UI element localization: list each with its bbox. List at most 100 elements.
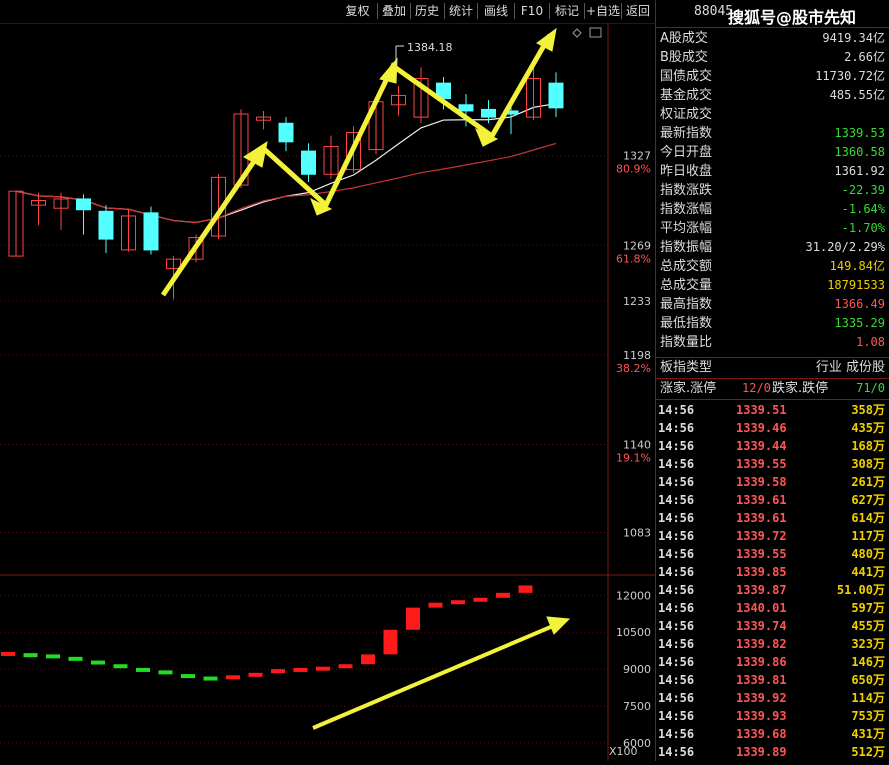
arrow-head-6 [546, 616, 571, 635]
chart-toolbar: 复权 叠加 历史 统计 画线 F10 标记 +自选 返回 [0, 0, 655, 23]
f10-button[interactable]: F10 [515, 1, 549, 21]
percent-tick-label: 19.1% [616, 451, 651, 464]
quote-row: 最新指数 1339.53 [658, 124, 885, 143]
tick-vol: 261万 [851, 475, 885, 489]
percent-tick-label: 61.8% [616, 252, 651, 265]
quote-value: -22.39 [841, 183, 885, 197]
tick-time: 14:56 [658, 547, 695, 561]
volume-bar [203, 676, 218, 681]
tick-price: 1339.81 [736, 673, 787, 687]
quote-value: 11730.72亿 [815, 69, 885, 83]
tick-vol: 627万 [851, 493, 885, 507]
volume-bar [1, 651, 15, 656]
volume-bar [473, 597, 488, 602]
tick-vol: 650万 [851, 673, 885, 687]
back-button[interactable]: 返回 [622, 1, 654, 21]
volume-unit-label: X100 [609, 745, 638, 758]
quote-value: 31.20/2.29% [805, 240, 885, 254]
high-label: 1384.18 [407, 41, 453, 54]
volume-bar [113, 664, 128, 669]
history-button[interactable]: 历史 [411, 1, 443, 21]
tick-price: 1339.61 [736, 511, 787, 525]
sector-type-label: 板指类型 [660, 360, 713, 375]
quote-value: 149.84亿 [829, 259, 885, 273]
volume-bar [293, 667, 308, 672]
mark-button[interactable]: 标记 [550, 1, 584, 21]
tick-vol: 358万 [851, 403, 885, 417]
tick-row: 14:56 1339.74 455万 [656, 617, 885, 635]
quote-row: 权证成交 [658, 105, 885, 124]
price-tick-label: 1327 [623, 150, 651, 163]
quote-row: 平均涨幅 -1.70% [658, 219, 885, 238]
volume-trend-arrow [312, 621, 561, 730]
quote-label: 国债成交 [660, 69, 713, 84]
volume-bar [248, 672, 263, 677]
high-marker: 1384.18 [395, 41, 453, 65]
quote-value: -1.64% [841, 202, 885, 216]
candle-body [143, 212, 159, 251]
tick-vol: 614万 [851, 511, 885, 525]
tick-price: 1339.55 [736, 547, 787, 561]
volume-bar [451, 600, 465, 605]
overlay-button[interactable]: 叠加 [378, 1, 410, 21]
tick-vol: 441万 [851, 565, 885, 579]
tick-time: 14:56 [658, 691, 695, 705]
tick-row: 14:56 1339.85 441万 [656, 563, 885, 581]
quote-label: A股成交 [660, 31, 708, 46]
quote-label: 基金成交 [660, 88, 713, 103]
volume-bar [383, 629, 398, 655]
price-tick-label: 1198 [623, 349, 651, 362]
decline-value: 71/0 [856, 381, 885, 395]
quote-value: 1335.29 [834, 316, 885, 330]
tick-row: 14:56 1339.92 114万 [656, 689, 885, 707]
kline-chart[interactable]: 1384.18 1327 80.9% 1269 61.8% 1233 1198 38.2% 1… [0, 22, 655, 761]
tick-price: 1339.61 [736, 493, 787, 507]
tick-price: 1339.82 [736, 637, 787, 651]
volume-bar [91, 660, 105, 665]
tick-vol: 431万 [851, 727, 885, 741]
advance-decline-row: 涨家.涨停 12/0 跌家.跌停 71/0 [658, 379, 885, 398]
price-tick-label: 1269 [623, 239, 651, 252]
fuquan-button[interactable]: 复权 [339, 1, 376, 21]
candle-body [481, 108, 496, 118]
tick-price: 1339.93 [736, 709, 787, 723]
quote-label: 昨日收盘 [660, 164, 713, 179]
volume-bar [226, 675, 240, 680]
tick-vol: 117万 [851, 529, 885, 543]
quote-label: 今日开盘 [660, 145, 713, 160]
tick-price: 1339.55 [736, 457, 787, 471]
tick-row: 14:56 1339.87 51.00万 [656, 581, 885, 599]
draw-line-button[interactable]: 画线 [478, 1, 514, 21]
quote-row: B股成交 2.66亿 [658, 48, 885, 67]
statistics-button[interactable]: 统计 [445, 1, 477, 21]
quote-value: 1360.58 [834, 145, 885, 159]
add-watchlist-button[interactable]: +自选 [585, 1, 621, 21]
volume-tick-label: 9000 [623, 663, 651, 676]
quote-label: 总成交额 [660, 259, 713, 274]
tick-time: 14:56 [658, 673, 695, 687]
advance-label: 涨家.涨停 [660, 381, 717, 396]
candle-body [458, 104, 474, 112]
volume-bar [338, 664, 353, 669]
tick-time: 14:56 [658, 709, 695, 723]
volume-tick-label: 7500 [623, 700, 651, 713]
decline-label: 跌家.跌停 [772, 381, 829, 396]
tick-vol: 597万 [851, 601, 885, 615]
tick-price: 1339.68 [736, 727, 787, 741]
percent-tick-label: 80.9% [616, 163, 651, 176]
tick-row: 14:56 1339.61 614万 [656, 509, 885, 527]
tick-price: 1339.44 [736, 439, 787, 453]
volume-bar [406, 607, 420, 630]
tick-row: 14:56 1339.46 435万 [656, 419, 885, 437]
candle-body [76, 198, 91, 211]
quote-row: 最低指数 1335.29 [658, 314, 885, 333]
volume-bar [68, 656, 83, 661]
tick-vol: 323万 [851, 637, 885, 651]
tick-time: 14:56 [658, 727, 695, 741]
tick-vol: 753万 [851, 709, 885, 723]
window-icon [589, 27, 602, 38]
quote-value: 18791533 [827, 278, 885, 292]
volume-bar [361, 654, 375, 665]
volume-bar [46, 654, 60, 659]
tick-price: 1339.74 [736, 619, 787, 633]
